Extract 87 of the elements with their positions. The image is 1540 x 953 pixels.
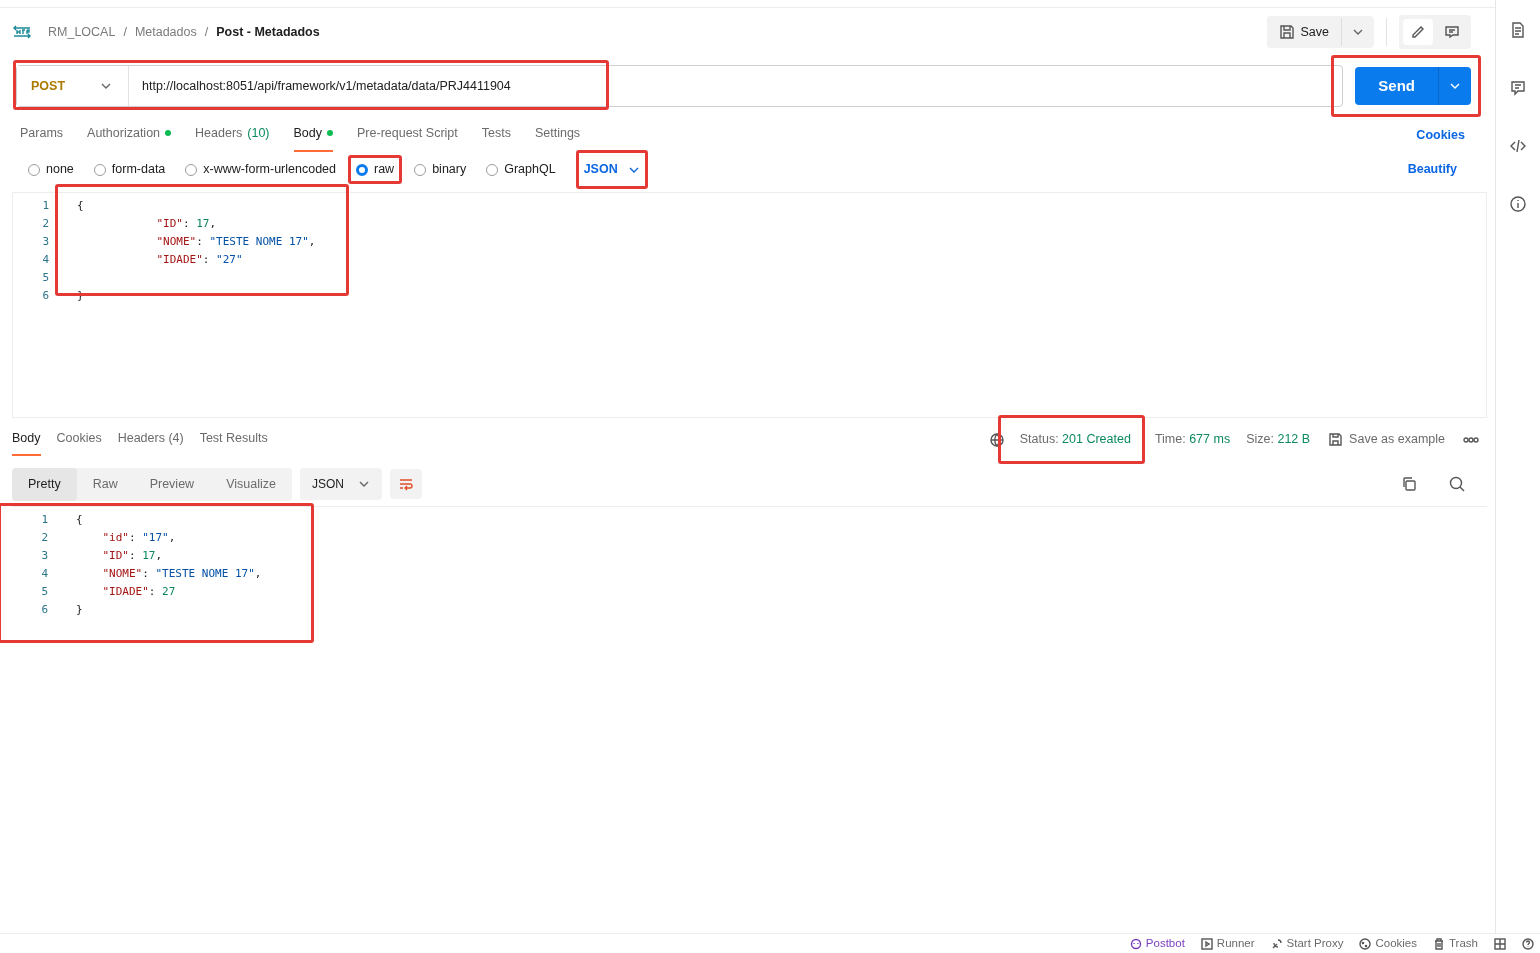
layout-icon (1494, 937, 1506, 950)
line-number: 6 (40, 601, 48, 618)
code-line: } (76, 601, 84, 618)
view-mode-tab[interactable]: Visualize (210, 467, 292, 501)
body-format-dropdown[interactable]: JSON (579, 158, 644, 182)
body-type-option[interactable]: raw (354, 160, 397, 180)
play-box-icon (1200, 937, 1213, 950)
response-format-dropdown[interactable]: JSON (299, 468, 382, 501)
breadcrumb-link[interactable]: RM_LOCAL (48, 22, 116, 42)
help-button[interactable] (1522, 937, 1534, 950)
view-mode-tab[interactable]: Preview (133, 467, 211, 501)
request-tab[interactable]: Body (293, 118, 334, 152)
response-tab[interactable]: Body (12, 423, 41, 457)
request-tab[interactable]: Headers (10) (195, 118, 270, 152)
body-type-option[interactable]: GraphQL (484, 160, 558, 180)
breadcrumb-link[interactable]: Metadados (134, 22, 197, 42)
response-tab[interactable]: Cookies (56, 423, 102, 457)
globe-icon (989, 432, 1004, 447)
wrap-lines-button[interactable] (389, 469, 422, 500)
cookie-icon (1359, 937, 1372, 950)
code-line: "ID": 17, (101, 547, 164, 564)
line-number: 6 (41, 287, 49, 304)
request-tab[interactable]: Params (20, 118, 64, 152)
edit-button[interactable] (1403, 19, 1433, 45)
line-number: 1 (41, 197, 49, 214)
code-line: "IDADE": 27 (101, 583, 177, 600)
copy-icon (1401, 476, 1417, 493)
code-line: "NOME": "TESTE NOME 17", (155, 233, 316, 250)
response-size-text: Size: 212 B (1246, 431, 1311, 449)
trash-icon (1433, 937, 1445, 950)
save-icon (1328, 432, 1344, 448)
view-mode-tab[interactable]: Pretty (12, 467, 77, 501)
search-icon (1449, 476, 1465, 493)
line-number: 5 (40, 583, 48, 600)
documentation-icon (1510, 22, 1526, 38)
pencil-icon (1411, 25, 1425, 39)
request-tab[interactable]: Tests (481, 118, 511, 152)
line-number: 5 (41, 269, 49, 286)
footer-button[interactable]: Postbot (1129, 934, 1185, 953)
body-type-option[interactable]: none (26, 160, 76, 180)
comment-icon (1510, 80, 1526, 96)
more-icon (1463, 436, 1479, 443)
method-dropdown[interactable]: POST (17, 66, 129, 106)
code-line: "ID": 17, (155, 215, 218, 232)
info-icon (1510, 196, 1526, 212)
response-tab[interactable]: Test Results (199, 423, 268, 457)
request-tab[interactable]: Settings (534, 118, 581, 152)
line-number: 2 (41, 215, 49, 232)
line-number: 4 (40, 565, 48, 582)
code-icon (1510, 138, 1526, 154)
line-number: 4 (41, 251, 49, 268)
response-status-text: Status: 201 Created (1019, 431, 1131, 449)
save-as-example-button[interactable]: Save as example (1326, 430, 1447, 450)
comment-icon (1445, 25, 1459, 39)
wrap-lines-icon (397, 476, 414, 493)
cookies-link[interactable]: Cookies (1416, 125, 1465, 145)
beautify-link[interactable]: Beautify (1407, 160, 1457, 180)
robot-icon (1129, 937, 1142, 950)
body-type-option[interactable]: form-data (91, 160, 168, 180)
view-mode-tab[interactable]: Raw (76, 467, 134, 501)
line-number: 3 (40, 547, 48, 564)
footer-button[interactable]: Cookies (1359, 934, 1417, 953)
breadcrumb-separator: / (204, 23, 209, 41)
request-tab[interactable]: Authorization (87, 118, 172, 152)
body-type-option[interactable]: x-www-form-urlencoded (183, 160, 338, 180)
layout-button[interactable] (1494, 937, 1506, 950)
help-icon (1522, 937, 1534, 950)
response-time-text: Time: 677 ms (1154, 431, 1231, 449)
footer-button[interactable]: Start Proxy (1270, 934, 1344, 953)
response-tab[interactable]: Headers (4) (117, 423, 184, 457)
line-number: 2 (40, 529, 48, 546)
footer-button[interactable]: Trash (1433, 934, 1478, 953)
line-number: 1 (40, 511, 48, 528)
request-title: Post - Metadados (216, 23, 320, 41)
line-number: 3 (41, 233, 49, 250)
radio-button[interactable] (356, 163, 368, 176)
footer-button[interactable]: Runner (1200, 934, 1255, 953)
save-icon (1278, 24, 1295, 40)
request-tab[interactable]: Pre-request Script (357, 118, 458, 152)
request-type-icon (12, 24, 32, 40)
code-line: "id": "17", (101, 529, 177, 546)
code-line: { (77, 197, 85, 214)
body-type-option[interactable]: binary (412, 160, 469, 180)
code-line: { (76, 511, 84, 528)
code-line: "NOME": "TESTE NOME 17", (101, 565, 262, 582)
code-line: "IDADE": "27" (155, 251, 244, 268)
breadcrumb-separator: / (123, 23, 127, 41)
